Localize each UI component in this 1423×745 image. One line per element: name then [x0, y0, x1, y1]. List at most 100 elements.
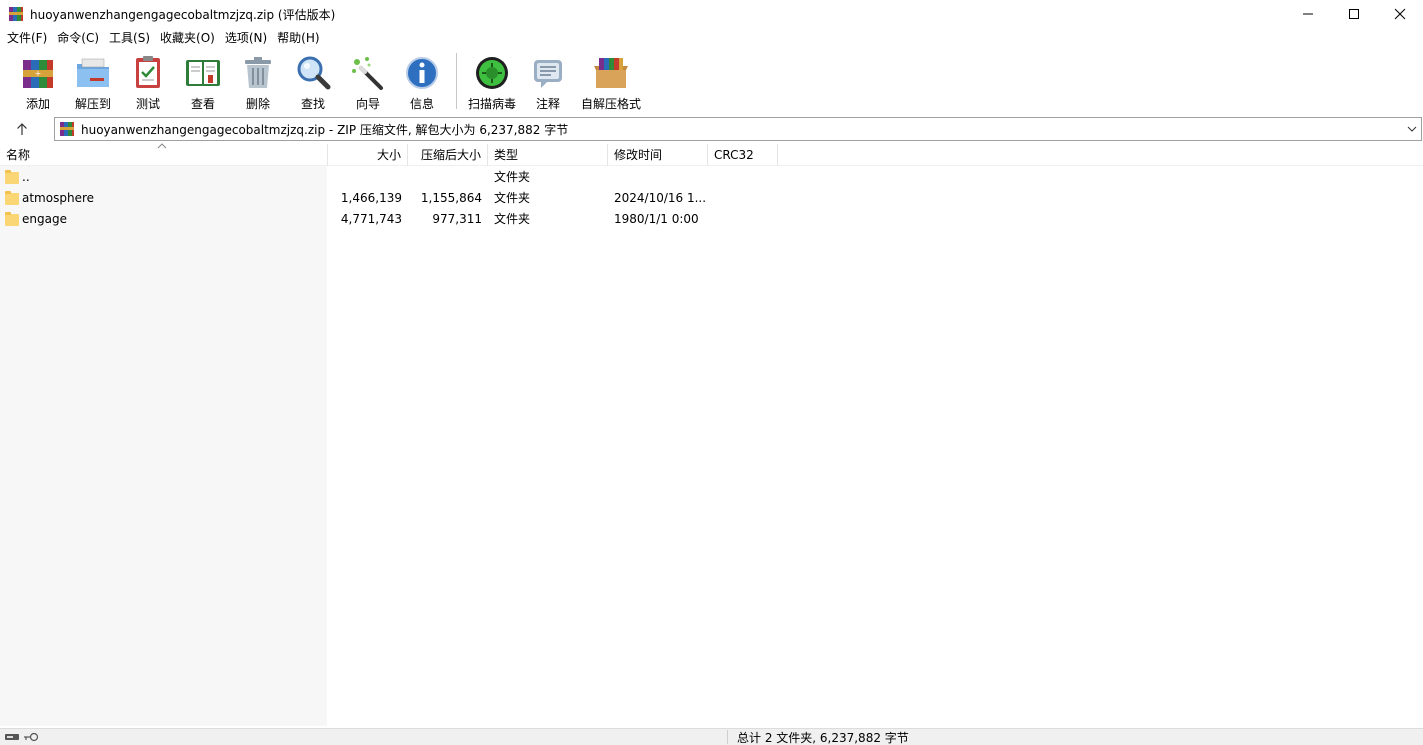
up-arrow-icon	[17, 123, 27, 135]
file-row[interactable]: .. 文件夹	[0, 167, 1423, 188]
view-label: 查看	[190, 97, 215, 111]
maximize-icon	[1349, 9, 1359, 19]
column-header-crc32[interactable]: CRC32	[708, 144, 778, 166]
status-divider	[727, 730, 728, 744]
menu-options[interactable]: 选项(N)	[220, 28, 272, 48]
column-header-name[interactable]: 名称	[0, 143, 328, 166]
toolbar-separator	[456, 53, 457, 109]
add-label: 添加	[25, 97, 50, 111]
wizard-button[interactable]: 向导	[342, 50, 394, 112]
folder-icon	[5, 190, 19, 205]
maximize-button[interactable]	[1331, 0, 1377, 28]
extract-to-label: 解压到	[74, 97, 111, 111]
title-bar: huoyanwenzhangengagecobaltmzjzq.zip (评估版…	[0, 0, 1423, 28]
column-header-size[interactable]: 大小	[328, 144, 408, 166]
file-packed-cell: 977,311	[432, 212, 482, 226]
column-header-packed[interactable]: 压缩后大小	[408, 144, 488, 166]
comment-label: 注释	[535, 97, 560, 111]
view-book-icon	[184, 54, 222, 92]
sfx-box-icon	[592, 54, 630, 92]
extract-to-button[interactable]: 解压到	[64, 50, 122, 112]
sort-ascending-icon	[157, 143, 167, 149]
trash-icon	[239, 54, 277, 92]
file-crc-cell	[708, 188, 778, 209]
file-size-cell: 4,771,743	[340, 212, 402, 226]
menu-bar: 文件(F) 命令(C) 工具(S) 收藏夹(O) 选项(N) 帮助(H)	[0, 28, 1423, 48]
minimize-button[interactable]	[1285, 0, 1331, 28]
wizard-wand-icon	[349, 54, 387, 92]
folder-icon	[5, 211, 19, 226]
window-title: huoyanwenzhangengagecobaltmzjzq.zip (评估版…	[30, 7, 336, 22]
menu-tools[interactable]: 工具(S)	[104, 28, 155, 48]
file-type-cell: 文件夹	[494, 170, 531, 184]
chevron-down-icon[interactable]	[1405, 122, 1419, 136]
address-bar[interactable]: huoyanwenzhangengagecobaltmzjzq.zip - ZI…	[54, 117, 1422, 141]
test-button[interactable]: 测试	[122, 50, 174, 112]
key-icon[interactable]	[23, 732, 39, 742]
find-button[interactable]: 查找	[284, 50, 342, 112]
file-type-cell: 文件夹	[494, 191, 531, 205]
extract-folder-icon	[74, 54, 112, 92]
name-column-background	[0, 166, 327, 726]
menu-favorites[interactable]: 收藏夹(O)	[155, 28, 220, 48]
find-label: 查找	[300, 97, 325, 111]
file-name: ..	[22, 170, 30, 184]
sfx-button[interactable]: 自解压格式	[575, 50, 647, 112]
menu-help[interactable]: 帮助(H)	[272, 28, 324, 48]
add-button[interactable]: + 添加	[12, 50, 64, 112]
folder-icon	[5, 169, 19, 184]
sfx-label: 自解压格式	[580, 97, 641, 111]
file-name: atmosphere	[22, 191, 94, 205]
menu-commands[interactable]: 命令(C)	[52, 28, 104, 48]
file-packed-cell	[408, 167, 488, 188]
file-crc-cell	[708, 167, 778, 188]
file-name: engage	[22, 212, 67, 226]
status-bar: 总计 2 文件夹, 6,237,882 字节	[0, 728, 1423, 745]
status-icons	[4, 732, 44, 744]
info-icon	[403, 54, 441, 92]
zip-archive-icon	[59, 121, 75, 137]
file-crc-cell	[708, 209, 778, 230]
file-name-cell: engage	[0, 209, 328, 230]
minimize-icon	[1303, 13, 1313, 15]
file-modified-cell: 1980/1/1 0:00	[614, 212, 699, 226]
add-archive-icon: +	[19, 54, 57, 92]
toolbar: + 添加 解压到 测试 查看 删除 查找 向导 信息 扫描病毒 注释 自解压格式	[0, 50, 1423, 114]
file-name-cell: atmosphere	[0, 188, 328, 209]
drive-icon[interactable]	[4, 732, 20, 742]
comment-icon	[529, 54, 567, 92]
menu-file[interactable]: 文件(F)	[2, 28, 52, 48]
view-button[interactable]: 查看	[174, 50, 232, 112]
test-clipboard-icon	[129, 54, 167, 92]
info-button[interactable]: 信息	[394, 50, 450, 112]
column-header-modified[interactable]: 修改时间	[608, 144, 708, 166]
test-label: 测试	[135, 97, 160, 111]
column-header-type[interactable]: 类型	[488, 144, 608, 166]
info-label: 信息	[409, 97, 434, 111]
file-row[interactable]: atmosphere 1,466,139 1,155,864 文件夹 2024/10/1…	[0, 188, 1423, 209]
svg-text:+: +	[35, 69, 42, 78]
file-modified-cell: 2024/10/16 1...	[614, 191, 707, 205]
file-row[interactable]: engage 4,771,743 977,311 文件夹 1980/1/1 0:00	[0, 209, 1423, 230]
column-header-row: 名称 大小 压缩后大小 类型 修改时间 CRC32	[0, 143, 1423, 166]
up-folder-button[interactable]	[5, 118, 39, 140]
virus-scan-button[interactable]: 扫描病毒	[463, 50, 521, 112]
file-rows: .. 文件夹 atmosphere 1,466,139 1,155,864 文件夹 2024…	[0, 167, 1423, 230]
address-text: huoyanwenzhangengagecobaltmzjzq.zip - ZI…	[81, 122, 569, 137]
address-row: huoyanwenzhangengagecobaltmzjzq.zip - ZI…	[0, 116, 1423, 142]
file-name-cell: ..	[0, 167, 328, 188]
status-summary: 总计 2 文件夹, 6,237,882 字节	[737, 731, 909, 745]
file-list[interactable]: 名称 大小 压缩后大小 类型 修改时间 CRC32 .. 文件夹 atmospher…	[0, 143, 1423, 726]
delete-label: 删除	[245, 97, 270, 111]
file-size-cell: 1,466,139	[340, 191, 402, 205]
close-button[interactable]	[1377, 0, 1423, 28]
virus-scan-icon	[473, 54, 511, 92]
winrar-app-icon[interactable]	[8, 6, 24, 22]
file-type-cell: 文件夹	[494, 212, 531, 226]
wizard-label: 向导	[355, 97, 380, 111]
file-modified-cell	[608, 167, 708, 188]
comment-button[interactable]: 注释	[521, 50, 575, 112]
file-size-cell	[328, 167, 408, 188]
delete-button[interactable]: 删除	[232, 50, 284, 112]
close-icon	[1394, 8, 1406, 20]
